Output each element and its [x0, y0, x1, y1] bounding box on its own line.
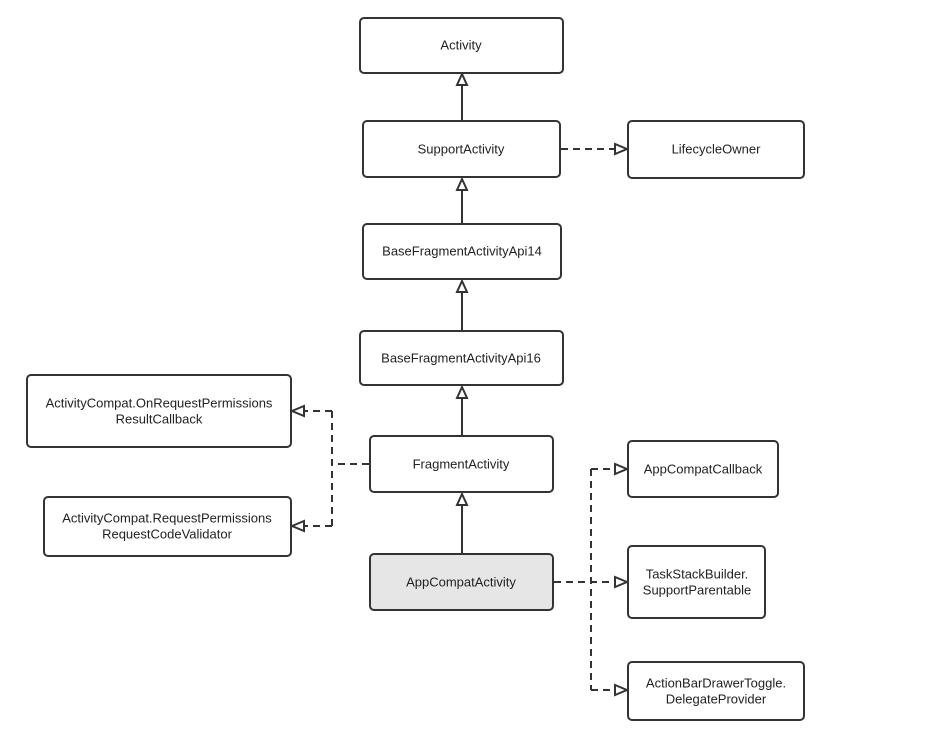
node-label-line2: RequestCodeValidator [102, 526, 233, 541]
node-label: BaseFragmentActivityApi14 [382, 243, 542, 258]
inheritance-arrow-icon [455, 491, 469, 506]
realization-arrow-icon [614, 683, 630, 697]
realization-arrow-icon [614, 142, 630, 156]
inheritance-arrow-icon [455, 278, 469, 293]
realization-arrow-icon [289, 519, 305, 533]
inheritance-arrow-icon [455, 71, 469, 86]
node-label: LifecycleOwner [672, 141, 762, 156]
node-appcompat-callback: AppCompatCallback [627, 440, 779, 498]
node-label-line2: ResultCallback [116, 411, 203, 426]
node-fragment-activity: FragmentActivity [369, 435, 554, 493]
node-label: SupportActivity [418, 141, 505, 156]
inheritance-arrow-icon [455, 176, 469, 191]
realization-arrow-icon [289, 404, 305, 418]
node-on-request-permissions-result-callback: ActivityCompat.OnRequestPermissions Resu… [26, 374, 292, 448]
node-base-fragment-activity-api14: BaseFragmentActivityApi14 [362, 223, 562, 280]
node-action-bar-drawer-toggle-delegate-provider: ActionBarDrawerToggle. DelegateProvider [627, 661, 805, 721]
edge-appcompat-to-interfaces [554, 468, 614, 691]
node-label: Activity [440, 37, 482, 52]
node-task-stack-builder-support-parentable: TaskStackBuilder. SupportParentable [627, 545, 766, 619]
node-label: AppCompatCallback [644, 461, 763, 476]
class-diagram: Activity SupportActivity LifecycleOwner … [26, 17, 805, 721]
node-label-line2: DelegateProvider [666, 691, 767, 706]
realization-arrow-icon [614, 575, 630, 589]
node-label: BaseFragmentActivityApi16 [381, 350, 541, 365]
node-support-activity: SupportActivity [362, 120, 561, 178]
realization-arrow-icon [614, 462, 630, 476]
edge-fragment-to-permissions [305, 410, 369, 527]
node-label-line2: SupportParentable [643, 582, 751, 597]
node-label: FragmentActivity [413, 456, 510, 471]
node-label-line1: ActivityCompat.RequestPermissions [62, 510, 272, 525]
node-label: AppCompatActivity [406, 574, 516, 589]
node-appcompat-activity: AppCompatActivity [369, 553, 554, 611]
node-lifecycle-owner: LifecycleOwner [627, 120, 805, 179]
node-label-line1: TaskStackBuilder. [646, 566, 749, 581]
node-label-line1: ActivityCompat.OnRequestPermissions [46, 395, 273, 410]
node-activity: Activity [359, 17, 564, 74]
inheritance-arrow-icon [455, 384, 469, 399]
node-request-code-validator: ActivityCompat.RequestPermissions Reques… [43, 496, 292, 557]
node-label-line1: ActionBarDrawerToggle. [646, 675, 786, 690]
node-base-fragment-activity-api16: BaseFragmentActivityApi16 [359, 330, 564, 386]
